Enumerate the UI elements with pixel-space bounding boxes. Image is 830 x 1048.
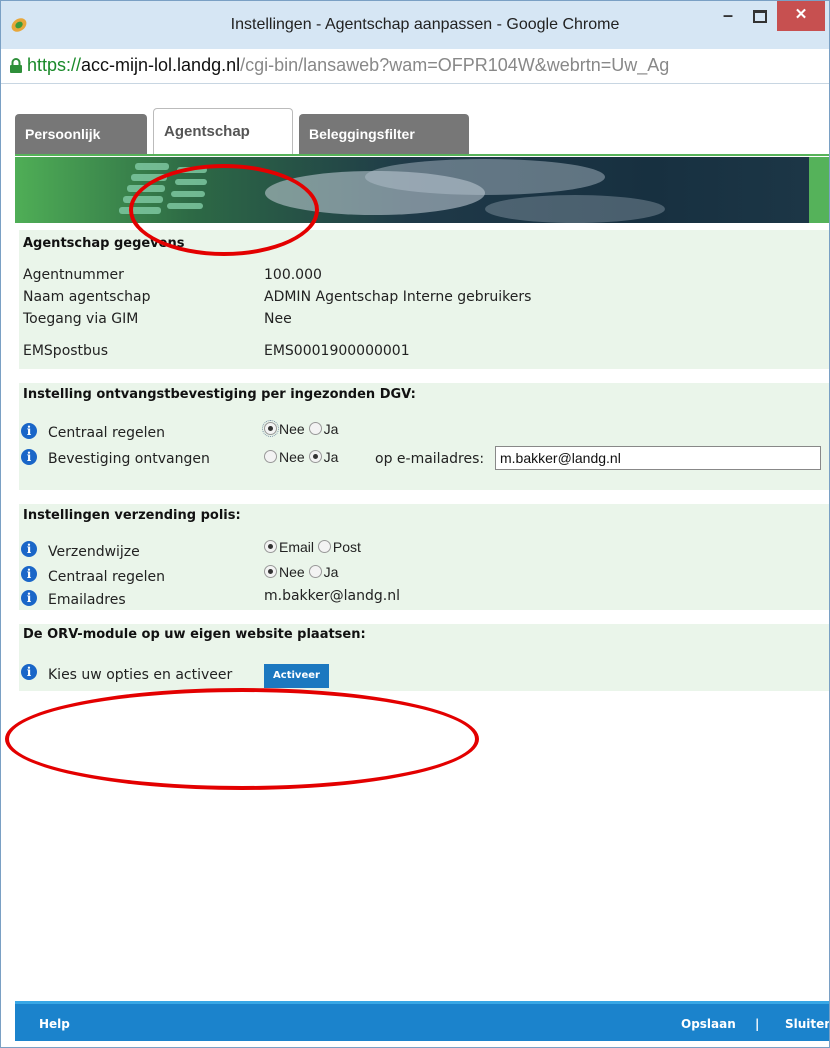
email-address-label: op e-mailadres: — [375, 451, 485, 467]
tab-underline — [15, 154, 829, 156]
toegang-gim-label: Toegang via GIM — [23, 311, 139, 327]
maximize-icon — [753, 10, 767, 23]
centraal-regelen-polis-radios: Nee Ja — [264, 564, 338, 580]
radio-centraal-nee[interactable] — [262, 420, 279, 437]
agentschap-gegevens-panel: Agentschap gegevens Agentnummer 100.000 … — [19, 230, 829, 369]
toegang-gim-value: Nee — [264, 311, 292, 327]
centraal-regelen-polis-label: Centraal regelen — [48, 569, 165, 585]
annotation-circle-orv — [5, 688, 479, 790]
radio-centraal-nee-label: Nee — [279, 421, 305, 437]
tab-beleggingsfilter[interactable]: Beleggingsfilter — [299, 114, 469, 154]
agentnummer-value: 100.000 — [264, 267, 322, 283]
radio-polis-centraal-ja[interactable] — [308, 565, 322, 578]
email-input[interactable]: m.bakker@landg.nl — [495, 446, 821, 470]
browser-window: Instellingen - Agentschap aanpassen - Go… — [0, 0, 830, 1048]
tab-agentschap[interactable]: Agentschap — [153, 108, 293, 156]
maximize-button[interactable] — [745, 1, 775, 31]
radio-centraal-ja[interactable] — [308, 422, 322, 435]
naam-agentschap-label: Naam agentschap — [23, 289, 151, 305]
info-icon[interactable]: i — [21, 423, 37, 439]
verzending-polis-panel: Instellingen verzending polis: i Verzend… — [19, 504, 829, 610]
ontvangst-heading: Instelling ontvangstbevestiging per inge… — [23, 387, 416, 402]
radio-verzend-email-label: Email — [279, 539, 315, 555]
url-text[interactable]: https://acc-mijn-lol.landg.nl/cgi-bin/la… — [27, 55, 669, 76]
verzending-heading: Instellingen verzending polis: — [23, 508, 241, 523]
emspostbus-label: EMSpostbus — [23, 343, 109, 359]
activeer-button[interactable]: Activeer — [264, 664, 329, 688]
window-title: Instellingen - Agentschap aanpassen - Go… — [230, 16, 620, 33]
url-host: acc-mijn-lol.landg.nl — [81, 55, 241, 75]
emailadres-value: m.bakker@landg.nl — [264, 588, 400, 604]
ontvangstbevestiging-panel: Instelling ontvangstbevestiging per inge… — [19, 383, 829, 490]
orv-options-label: Kies uw opties en activeer — [48, 667, 233, 683]
radio-verzend-post[interactable] — [317, 540, 331, 553]
radio-bevestiging-ja-label: Ja — [323, 449, 339, 465]
info-icon[interactable]: i — [21, 449, 37, 465]
url-path: /cgi-bin/lansaweb?wam=OFPR104W&webrtn=Uw… — [240, 55, 670, 75]
page-content: Persoonlijk Beleggingsfilter Agentschap — [1, 84, 829, 1047]
radio-bevestiging-nee-label: Nee — [279, 449, 305, 465]
radio-centraal-ja-label: Ja — [323, 421, 339, 437]
sluiten-link[interactable]: Sluiten — [785, 1017, 829, 1031]
naam-agentschap-value: ADMIN Agentschap Interne gebruikers — [264, 289, 532, 305]
address-bar[interactable]: https://acc-mijn-lol.landg.nl/cgi-bin/la… — [1, 49, 829, 84]
info-icon[interactable]: i — [21, 664, 37, 680]
info-icon[interactable]: i — [21, 541, 37, 557]
url-scheme: https:// — [27, 55, 82, 75]
header-banner — [15, 157, 829, 223]
radio-verzend-post-label: Post — [332, 539, 361, 555]
footer-bar: Help Opslaan | Sluiten — [15, 1001, 829, 1041]
footer-separator: | — [755, 1017, 760, 1031]
centraal-regelen-radios: Nee Ja — [262, 420, 339, 437]
radio-polis-centraal-nee-label: Nee — [279, 564, 305, 580]
radio-verzend-email[interactable] — [264, 540, 277, 553]
radio-polis-centraal-nee[interactable] — [264, 565, 277, 578]
tab-persoonlijk[interactable]: Persoonlijk — [15, 114, 147, 154]
orv-module-panel: De ORV-module op uw eigen website plaats… — [19, 624, 829, 691]
radio-polis-centraal-ja-label: Ja — [323, 564, 339, 580]
close-window-button[interactable]: ✕ — [777, 1, 825, 31]
emspostbus-value: EMS0001900000001 — [264, 343, 410, 359]
radio-bevestiging-nee[interactable] — [264, 450, 277, 463]
orv-heading: De ORV-module op uw eigen website plaats… — [23, 627, 366, 642]
emailadres-label: Emailadres — [48, 592, 126, 608]
opslaan-link[interactable]: Opslaan — [681, 1017, 736, 1031]
lock-icon — [9, 58, 23, 74]
info-icon[interactable]: i — [21, 590, 37, 606]
info-icon[interactable]: i — [21, 566, 37, 582]
verzendwijze-radios: Email Post — [264, 539, 361, 555]
radio-bevestiging-ja[interactable] — [308, 450, 322, 463]
verzendwijze-label: Verzendwijze — [48, 544, 140, 560]
help-link[interactable]: Help — [39, 1017, 70, 1031]
bevestiging-ontvangen-label: Bevestiging ontvangen — [48, 451, 210, 467]
agentschap-heading: Agentschap gegevens — [23, 236, 185, 251]
bevestiging-radios: Nee Ja — [264, 449, 338, 465]
title-bar[interactable]: Instellingen - Agentschap aanpassen - Go… — [1, 1, 829, 49]
centraal-regelen-label: Centraal regelen — [48, 425, 165, 441]
agentnummer-label: Agentnummer — [23, 267, 124, 283]
minimize-button[interactable]: – — [713, 1, 743, 31]
